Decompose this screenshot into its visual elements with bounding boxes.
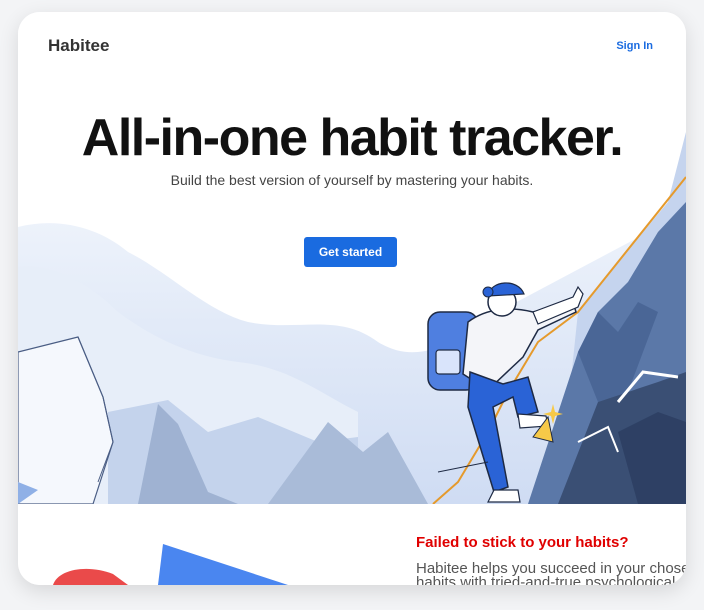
problem-section: Failed to stick to your habits? Habitee … xyxy=(18,504,686,585)
brand-logo[interactable]: Habitee xyxy=(48,36,109,56)
hero-subheadline: Build the best version of yourself by ma… xyxy=(170,172,534,188)
section-body-text: Habitee helps you succeed in your chosen… xyxy=(416,560,686,585)
section-title: Failed to stick to your habits? xyxy=(416,534,629,551)
get-started-button[interactable]: Get started xyxy=(304,237,397,267)
app-window: All-in-one habit tracker. Build the best… xyxy=(18,12,686,585)
hero-section: All-in-one habit tracker. Build the best… xyxy=(18,12,686,504)
sign-in-link[interactable]: Sign In xyxy=(616,40,653,52)
top-nav: Habitee Sign In xyxy=(18,12,686,82)
hero-headline: All-in-one habit tracker. xyxy=(81,109,624,167)
section-illustration xyxy=(53,544,288,585)
